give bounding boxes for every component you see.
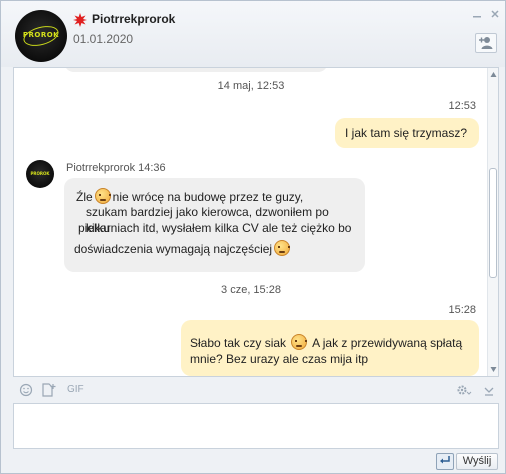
date-separator: 14 maj, 12:53 — [217, 80, 285, 92]
composer-toolbar: GIF — [13, 379, 499, 401]
avatar-logo-text: PROROK — [22, 31, 60, 39]
outgoing-message-bubble: Słabo tak czy siak A jak z przewidywaną … — [181, 320, 479, 376]
enter-to-send-toggle[interactable] — [436, 453, 454, 470]
conversation-scrollbar[interactable] — [487, 68, 498, 376]
sender-name-time: Piotrrekprorok 14:36 — [66, 162, 166, 174]
red-star-icon — [73, 13, 87, 27]
close-icon[interactable] — [489, 8, 501, 20]
settings-gear-icon[interactable] — [456, 383, 472, 397]
message-text: Źle — [76, 190, 93, 204]
message-text-block: Źle nie wrócę na budowę przez te guzy, — [76, 188, 366, 205]
scroll-up-icon[interactable] — [490, 71, 497, 78]
chat-header: PROROK Piotrrekprorok 01.01.2020 — [1, 1, 505, 67]
message-time: 15:28 — [448, 304, 476, 316]
sad-face-emoji-icon — [274, 240, 291, 256]
message-text: A jak z przewidywaną spłatą — [312, 336, 463, 350]
contact-avatar[interactable]: PROROK — [15, 10, 67, 62]
collapse-icon[interactable] — [483, 383, 495, 397]
message-line: piekarniach itd, wysłałem kilka CV ale t… — [78, 221, 352, 235]
sad-face-emoji-icon — [94, 188, 111, 204]
message-text: nie wrócę na budowę przez te guzy, — [112, 190, 304, 204]
message-input[interactable] — [14, 404, 498, 448]
message-input-box[interactable] — [13, 403, 499, 449]
enter-key-icon — [440, 456, 450, 464]
scrollbar-thumb[interactable] — [489, 168, 497, 278]
contact-username[interactable]: Piotrrekprorok — [92, 12, 175, 26]
message-line: mnie? Bez urazy ale czas mija itp — [190, 352, 369, 366]
previous-message-edge — [64, 68, 328, 72]
message-text: I jak tam się trzymasz? — [345, 126, 468, 140]
message-text: Słabo tak czy siak — [190, 336, 287, 350]
sender-avatar[interactable]: PROROK — [26, 160, 54, 188]
gif-button[interactable]: GIF — [67, 384, 84, 395]
message-text-block: doświadczenia wymagają najczęściej — [74, 240, 364, 257]
message-time: 12:53 — [448, 100, 476, 112]
scroll-down-icon[interactable] — [490, 366, 497, 373]
chat-window: PROROK Piotrrekprorok 01.01.2020 14 maj,… — [0, 0, 506, 474]
add-user-icon — [479, 37, 493, 49]
avatar-logo-text: PROROK — [30, 171, 50, 176]
message-text: doświadczenia wymagają najczęściej — [74, 242, 273, 256]
conversation-area[interactable]: 14 maj, 12:53 12:53 I jak tam się trzyma… — [13, 67, 499, 377]
add-user-button[interactable] — [475, 33, 497, 53]
minimize-icon[interactable] — [471, 8, 483, 20]
emoji-picker-icon[interactable] — [19, 383, 33, 397]
outgoing-message-bubble: I jak tam się trzymasz? — [335, 118, 479, 148]
incoming-message-bubble: Źle nie wrócę na budowę przez te guzy, sz… — [64, 178, 365, 272]
send-button[interactable]: Wyślij — [456, 453, 498, 470]
date-separator: 3 cze, 15:28 — [221, 284, 281, 296]
message-text-block: Słabo tak czy siak A jak z przewidywaną … — [190, 334, 475, 351]
attach-file-icon[interactable] — [41, 383, 57, 397]
sad-face-emoji-icon — [291, 334, 308, 350]
contact-date: 01.01.2020 — [73, 32, 134, 46]
